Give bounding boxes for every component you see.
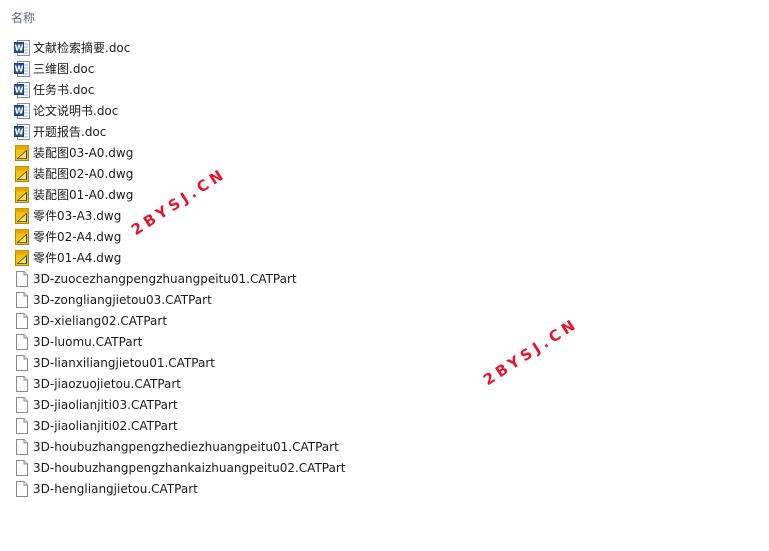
file-row[interactable]: W 开题报告.doc <box>14 121 345 142</box>
file-name: 任务书.doc <box>33 82 95 97</box>
svg-text:W: W <box>15 127 24 136</box>
file-name: 三维图.doc <box>33 61 95 76</box>
file-row[interactable]: 零件01-A4.dwg <box>14 247 345 268</box>
file-row[interactable]: 3D-luomu.CATPart <box>14 331 345 352</box>
file-row[interactable]: 3D-hengliangjietou.CATPart <box>14 478 345 499</box>
svg-text:W: W <box>15 106 24 115</box>
file-row[interactable]: 3D-jiaolianjiti02.CATPart <box>14 415 345 436</box>
file-name: 3D-luomu.CATPart <box>33 334 143 349</box>
file-row[interactable]: W 论文说明书.doc <box>14 100 345 121</box>
blank-file-icon <box>14 480 30 497</box>
word-doc-icon: W <box>14 60 30 77</box>
blank-file-icon <box>14 354 30 371</box>
blank-file-icon <box>14 333 30 350</box>
file-name: 3D-zongliangjietou03.CATPart <box>33 292 212 307</box>
blank-file-icon <box>14 438 30 455</box>
file-name: 装配图03-A0.dwg <box>33 145 134 160</box>
file-name: 开题报告.doc <box>33 124 107 139</box>
file-row[interactable]: W 三维图.doc <box>14 58 345 79</box>
file-name: 3D-houbuzhangpengzhediezhuangpeitu01.CAT… <box>33 439 339 454</box>
word-doc-icon: W <box>14 102 30 119</box>
file-row[interactable]: 装配图03-A0.dwg <box>14 142 345 163</box>
file-name: 零件03-A3.dwg <box>33 208 122 223</box>
file-row[interactable]: W 任务书.doc <box>14 79 345 100</box>
file-name: 论文说明书.doc <box>33 103 119 118</box>
file-row[interactable]: 3D-lianxiliangjietou01.CATPart <box>14 352 345 373</box>
file-row[interactable]: 零件02-A4.dwg <box>14 226 345 247</box>
svg-text:W: W <box>15 85 24 94</box>
file-row[interactable]: 3D-zuocezhangpengzhuangpeitu01.CATPart <box>14 268 345 289</box>
file-name: 装配图02-A0.dwg <box>33 166 134 181</box>
blank-file-icon <box>14 270 30 287</box>
svg-text:W: W <box>15 43 24 52</box>
blank-file-icon <box>14 312 30 329</box>
file-name: 3D-jiaozuojietou.CATPart <box>33 376 182 391</box>
file-name: 3D-zuocezhangpengzhuangpeitu01.CATPart <box>33 271 297 286</box>
file-name: 装配图01-A0.dwg <box>33 187 134 202</box>
file-row[interactable]: 3D-zongliangjietou03.CATPart <box>14 289 345 310</box>
watermark-text: 2BYSJ.CN <box>480 314 582 390</box>
file-name: 文献检索摘要.doc <box>33 40 131 55</box>
file-row[interactable]: 3D-jiaozuojietou.CATPart <box>14 373 345 394</box>
file-list: W 文献检索摘要.doc W 三维图.doc W 任务书.doc W 论文说明书.doc W 开题… <box>14 37 345 499</box>
autocad-dwg-icon <box>14 207 30 224</box>
file-name: 3D-houbuzhangpengzhankaizhuangpeitu02.CA… <box>33 460 346 475</box>
word-doc-icon: W <box>14 123 30 140</box>
file-row[interactable]: 3D-jiaolianjiti03.CATPart <box>14 394 345 415</box>
file-row[interactable]: 3D-houbuzhangpengzhankaizhuangpeitu02.CA… <box>14 457 345 478</box>
file-name: 零件02-A4.dwg <box>33 229 122 244</box>
file-name: 3D-hengliangjietou.CATPart <box>33 481 198 496</box>
file-name: 3D-lianxiliangjietou01.CATPart <box>33 355 215 370</box>
file-row[interactable]: 3D-xieliang02.CATPart <box>14 310 345 331</box>
word-doc-icon: W <box>14 39 30 56</box>
file-name: 3D-jiaolianjiti03.CATPart <box>33 397 178 412</box>
blank-file-icon <box>14 396 30 413</box>
blank-file-icon <box>14 417 30 434</box>
file-row[interactable]: W 文献检索摘要.doc <box>14 37 345 58</box>
autocad-dwg-icon <box>14 228 30 245</box>
blank-file-icon <box>14 459 30 476</box>
column-header-name[interactable]: 名称 <box>11 9 35 26</box>
blank-file-icon <box>14 291 30 308</box>
autocad-dwg-icon <box>14 165 30 182</box>
word-doc-icon: W <box>14 81 30 98</box>
file-name: 3D-xieliang02.CATPart <box>33 313 168 328</box>
blank-file-icon <box>14 375 30 392</box>
file-row[interactable]: 3D-houbuzhangpengzhediezhuangpeitu01.CAT… <box>14 436 345 457</box>
file-name: 零件01-A4.dwg <box>33 250 122 265</box>
autocad-dwg-icon <box>14 249 30 266</box>
file-row[interactable]: 装配图02-A0.dwg <box>14 163 345 184</box>
autocad-dwg-icon <box>14 144 30 161</box>
file-name: 3D-jiaolianjiti02.CATPart <box>33 418 178 433</box>
svg-text:W: W <box>15 64 24 73</box>
autocad-dwg-icon <box>14 186 30 203</box>
